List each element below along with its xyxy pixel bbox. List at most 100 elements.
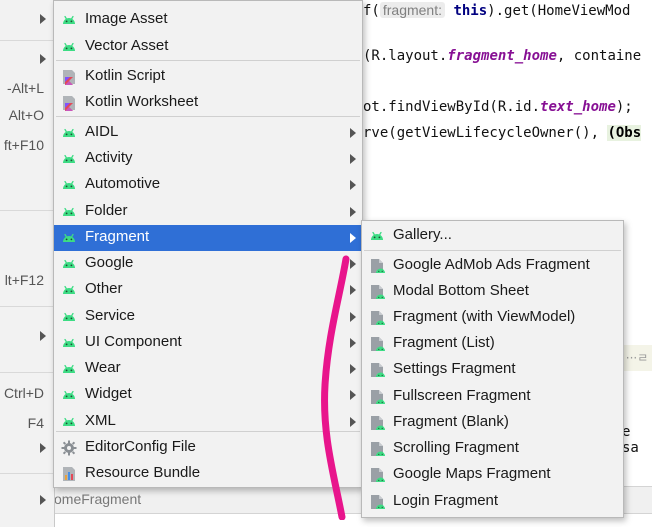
menu-item-scrolling-fragment[interactable]: Scrolling Fragment (362, 436, 623, 462)
android-file-icon (369, 415, 385, 431)
parent-menu-item[interactable] (0, 5, 54, 31)
android-icon (61, 387, 77, 403)
submenu-arrow-icon (350, 207, 356, 217)
menu-item-settings-fragment[interactable]: Settings Fragment (362, 357, 623, 383)
code-line-4[interactable]: rve(getViewLifecycleOwner(), (Obs (363, 122, 642, 144)
menu-item-other[interactable]: Other (54, 277, 362, 303)
menu-item-label: Image Asset (85, 10, 168, 27)
menu-item-aidl[interactable]: AIDL (54, 120, 362, 146)
menu-item-label: Gallery... (393, 226, 452, 243)
submenu-arrow-icon (350, 259, 356, 269)
parent-menu-item[interactable]: lt+F12 (0, 268, 54, 294)
menu-item-label: Other (85, 280, 123, 297)
parent-menu-item[interactable]: -Alt+L (0, 76, 54, 102)
code-highlight: (Obs (607, 125, 642, 141)
submenu-arrow-icon (40, 443, 46, 453)
menu-item-google-maps-fragment[interactable]: Google Maps Fragment (362, 462, 623, 488)
menu-item-fragment-with-viewmodel[interactable]: Fragment (with ViewModel) (362, 305, 623, 331)
submenu-arrow-icon (350, 390, 356, 400)
submenu-arrow-icon (40, 495, 46, 505)
gear-icon (61, 440, 77, 456)
android-icon (61, 309, 77, 325)
menu-item-ui-component[interactable]: UI Component (54, 330, 362, 356)
menu-item-label: Google (85, 254, 134, 271)
shortcut-label: -Alt+L (7, 80, 44, 96)
menu-item-modal-bottom-sheet[interactable]: Modal Bottom Sheet (362, 279, 623, 305)
menu-item-resource-bundle[interactable]: Resource Bundle (54, 461, 362, 487)
menu-separator (0, 210, 54, 211)
menu-item-service[interactable]: Service (54, 304, 362, 330)
android-file-icon (369, 389, 385, 405)
menu-item-label: Google Maps Fragment (393, 465, 551, 482)
menu-item-label: Automotive (85, 175, 161, 192)
parent-context-menu: -Alt+L Alt+O ft+F10 lt+F12 Ctrl+D F4 (0, 0, 55, 527)
submenu-arrow-icon (350, 417, 356, 427)
menu-item-image-asset[interactable]: Image Asset (54, 7, 362, 33)
menu-item-fragment-list[interactable]: Fragment (List) (362, 331, 623, 357)
menu-item-label: Vector Asset (85, 37, 169, 54)
submenu-arrow-icon (40, 54, 46, 64)
menu-separator (364, 250, 621, 251)
kotlin-icon (61, 69, 77, 85)
menu-item-editorconfig-file[interactable]: EditorConfig File (54, 435, 362, 461)
menu-item-label: Fragment (Blank) (393, 413, 509, 430)
submenu-arrow-icon (350, 364, 356, 374)
menu-item-label: Login Fragment (393, 492, 499, 509)
menu-item-folder[interactable]: Folder (54, 199, 362, 225)
menu-separator (56, 116, 360, 117)
menu-item-label: Resource Bundle (85, 464, 201, 481)
menu-item-login-fragment[interactable]: Login Fragment (362, 489, 623, 515)
shortcut-label: F4 (27, 415, 44, 431)
menu-item-widget[interactable]: Widget (54, 382, 362, 408)
code-text: ).get(HomeViewMod (487, 3, 631, 19)
android-icon (61, 230, 77, 246)
submenu-arrow-icon (350, 128, 356, 138)
menu-item-label: Folder (85, 202, 128, 219)
menu-separator (0, 473, 54, 474)
menu-item-label: Widget (85, 385, 132, 402)
menu-item-label: EditorConfig File (85, 438, 196, 455)
menu-item-google-admob-ads-fragment[interactable]: Google AdMob Ads Fragment (362, 253, 623, 279)
code-text: ); (615, 99, 633, 115)
menu-item-activity[interactable]: Activity (54, 146, 362, 172)
android-icon (61, 204, 77, 220)
parent-menu-item[interactable] (0, 322, 54, 348)
shortcut-label: Ctrl+D (3, 385, 44, 401)
code-identifier: fragment_home (447, 48, 557, 64)
menu-item-wear[interactable]: Wear (54, 356, 362, 382)
menu-item-fullscreen-fragment[interactable]: Fullscreen Fragment (362, 384, 623, 410)
code-line-1[interactable]: f(fragment: this).get(HomeViewMod (363, 0, 630, 21)
menu-item-fragment-blank[interactable]: Fragment (Blank) (362, 410, 623, 436)
code-text: (R.layout. (363, 48, 448, 64)
parent-menu-item[interactable]: Alt+O (0, 103, 54, 129)
menu-item-kotlin-script[interactable]: Kotlin Script (54, 64, 362, 90)
menu-item-kotlin-worksheet[interactable]: Kotlin Worksheet (54, 90, 362, 116)
code-identifier: text_home (540, 99, 616, 115)
menu-item-label: AIDL (85, 123, 119, 140)
menu-item-label: XML (85, 412, 116, 429)
code-text: rve(getViewLifecycleOwner(), (363, 125, 608, 141)
menu-item-google[interactable]: Google (54, 251, 362, 277)
code-line-3[interactable]: ot.findViewById(R.id.text_home); (363, 96, 633, 118)
code-text: ot.findViewById(R.id. (363, 99, 541, 115)
menu-item-label: Kotlin Script (85, 67, 166, 84)
code-fragment: e sa (622, 424, 639, 456)
code-line-2[interactable]: (R.layout.fragment_home, containe (363, 45, 641, 67)
submenu-arrow-icon (40, 14, 46, 24)
menu-item-fragment[interactable]: Fragment (54, 225, 362, 251)
resource-bundle-icon (61, 466, 77, 482)
parent-menu-item[interactable] (0, 434, 54, 460)
editor-tab-label: omeFragment (54, 491, 142, 507)
shortcut-label: Alt+O (8, 107, 44, 123)
menu-item-vector-asset[interactable]: Vector Asset (54, 34, 362, 60)
parent-menu-item[interactable]: ft+F10 (0, 133, 54, 159)
parent-menu-item[interactable] (0, 45, 54, 71)
menu-item-label: Fragment (List) (393, 334, 495, 351)
parent-menu-item[interactable] (0, 486, 54, 512)
android-file-icon (369, 362, 385, 378)
android-file-icon (369, 258, 385, 274)
menu-item-automotive[interactable]: Automotive (54, 172, 362, 198)
parent-menu-item[interactable]: Ctrl+D (0, 381, 54, 407)
android-icon (61, 151, 77, 167)
menu-item-gallery[interactable]: Gallery... (362, 223, 623, 249)
